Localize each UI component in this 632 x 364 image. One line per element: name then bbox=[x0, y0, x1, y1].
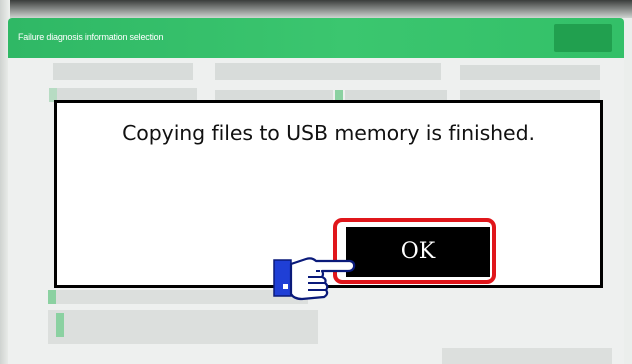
dialog-message: Copying files to USB memory is finished. bbox=[122, 121, 535, 145]
footer-button[interactable] bbox=[442, 348, 612, 364]
list-item[interactable] bbox=[48, 290, 308, 304]
list-item[interactable] bbox=[215, 63, 441, 80]
title-bar-button[interactable] bbox=[554, 24, 612, 52]
list-item[interactable] bbox=[460, 65, 600, 80]
list-item[interactable] bbox=[53, 63, 193, 80]
window-title: Failure diagnosis information selection bbox=[18, 32, 164, 42]
photo-frame: Failure diagnosis information selection … bbox=[0, 0, 632, 364]
pointing-hand-icon bbox=[273, 257, 356, 301]
list-item[interactable] bbox=[48, 310, 318, 344]
list-item-indicator bbox=[56, 313, 64, 337]
title-bar: Failure diagnosis information selection bbox=[8, 18, 624, 58]
ok-button[interactable]: OK bbox=[346, 227, 490, 277]
list-item-indicator bbox=[48, 290, 56, 304]
monitor-bezel-top bbox=[0, 0, 632, 18]
